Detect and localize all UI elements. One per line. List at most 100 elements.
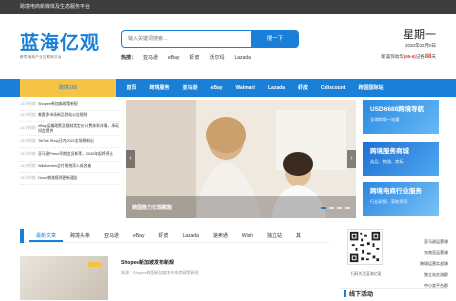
tab-indicator — [20, 229, 24, 243]
list-item[interactable]: 13小时前 TikTok Shop日内2022全场税新出 — [20, 136, 120, 148]
hot-link[interactable]: Lazada — [234, 54, 250, 62]
offline-title: 线下活动 — [349, 292, 374, 298]
search-button[interactable]: 搜一下 — [251, 30, 299, 48]
hot-link[interactable]: eBay — [168, 54, 179, 62]
nav-item[interactable]: 亚马逊 — [176, 79, 204, 97]
list-item-title[interactable]: Ozon物流规则更新通告 — [38, 176, 77, 181]
rate-suffix: 天 — [431, 54, 437, 59]
hot-link[interactable]: 沃尔玛 — [209, 54, 224, 62]
search-box: 搜一下 — [121, 30, 299, 48]
list-item-title[interactable]: eBay运输政策及限制类定价计费体系详情，承诺如会提供 — [38, 124, 120, 133]
hot-link[interactable]: 亚马逊 — [143, 54, 158, 62]
tab-latest[interactable]: 最新文章 — [29, 229, 64, 242]
nav-category[interactable]: 跨境168 — [20, 79, 116, 97]
news-summary: 来源：Shopee跨国新加坡发布电商政策新规 — [121, 270, 199, 275]
promo-title: USD6688跨境导航 — [370, 106, 425, 113]
nav-item[interactable]: 跨国国际站 — [352, 79, 390, 97]
tab-shopee[interactable]: 虾皮 — [151, 229, 175, 242]
list-item[interactable]: 13小时前 Shopee新加坡政策新规 — [20, 99, 120, 111]
tab-wish[interactable]: Wish — [235, 229, 260, 242]
hot-search: 热搜： 亚马逊 eBay 虾皮 沃尔玛 Lazada — [121, 54, 261, 62]
nav-item[interactable]: Lazada — [262, 79, 292, 97]
site-logo[interactable]: 蓝海亿观 跨境电商产业互联网平台 — [20, 34, 120, 62]
promo-card-mall[interactable]: 跨境服务商城 选品、物流、商标 — [363, 142, 439, 176]
weekday: 星期一 — [403, 29, 436, 41]
carousel-image — [126, 100, 356, 218]
side-link[interactable]: 东南亚运营课 — [400, 247, 448, 258]
list-item-time: 13小时前 — [20, 126, 36, 130]
side-links: 亚马逊运营课 东南亚运营课 跨境运营实战课 独立站交流群 中小卖平台群 — [400, 236, 448, 291]
carousel-dot[interactable] — [337, 207, 342, 209]
rate-mid: 记各 — [415, 54, 425, 59]
nav-item[interactable]: Cdiscount — [315, 79, 352, 97]
nav-item[interactable]: eBay — [204, 79, 229, 97]
carousel-dots — [321, 207, 350, 209]
article-tabs: 最新文章 跨境头条 亚马逊 eBay 虾皮 Lazada 速卖通 Wish 独立… — [20, 229, 330, 243]
top-bar-text: 跨境电商新媒体及生态服务平台 — [20, 4, 91, 10]
carousel-next-button[interactable]: › — [347, 150, 356, 168]
promo-title: 跨境服务商城 — [370, 148, 409, 155]
list-item[interactable]: 13小时前 美客多市场新品到站公告规则 — [20, 111, 120, 122]
tab-ebay[interactable]: eBay — [126, 229, 151, 242]
promo-subtitle: 行业研报、获取资讯 — [370, 199, 408, 204]
list-item[interactable]: 13小时前 Wildberries全付系统添入成名者 — [20, 162, 120, 173]
main-nav: 跨境168 首页 跨境服务 亚马逊 eBay Walmart Lazada 虾皮… — [0, 79, 456, 97]
list-item-title[interactable]: Wildberries全付系统添入成名者 — [38, 164, 91, 169]
carousel-dot[interactable] — [321, 207, 326, 209]
date-text: 2020年02月0日 — [404, 43, 436, 48]
list-item-time: 13小时前 — [20, 164, 36, 169]
tab-independent[interactable]: 独立站 — [260, 229, 289, 242]
news-tag — [88, 262, 102, 267]
logo-subtitle: 跨境电商产业互联网平台 — [20, 55, 62, 59]
list-item-time: 13小时前 — [20, 138, 36, 143]
hot-link[interactable]: 虾皮 — [189, 54, 199, 62]
search-input[interactable] — [121, 30, 251, 48]
tab-headlines[interactable]: 跨境头条 — [63, 229, 97, 242]
list-item[interactable]: 13小时前 Ozon物流规则更新通告 — [20, 173, 120, 185]
offline-events-heading: 线下活动 — [340, 288, 448, 300]
carousel-dot[interactable] — [345, 207, 350, 209]
list-item-title[interactable]: 美客多市场新品到站公告规则 — [38, 113, 87, 118]
list-item-time: 13小时前 — [20, 101, 36, 106]
side-link[interactable]: 独立站交流群 — [400, 269, 448, 280]
carousel-prev-button[interactable]: ‹ — [126, 150, 135, 168]
tab-aliexpress[interactable]: 速卖通 — [206, 229, 235, 242]
nav-item[interactable]: 首页 — [120, 79, 143, 97]
promo-subtitle: 全球跨境一站通 — [370, 117, 400, 122]
news-ticker-list: 13小时前 Shopee新加坡政策新规 13小时前 美客多市场新品到站公告规则 13… — [20, 99, 120, 185]
logo-title: 蓝海亿观 — [20, 33, 101, 54]
list-item[interactable]: 13小时前 eBay运输政策及限制类定价计费体系详情，承诺如会提供 — [20, 122, 120, 136]
list-item-title[interactable]: Shopee新加坡政策新规 — [38, 102, 78, 107]
hot-search-label: 热搜： — [121, 55, 137, 61]
carousel-dot[interactable] — [329, 207, 334, 209]
tab-amazon[interactable]: 亚马逊 — [97, 229, 126, 242]
rate-line: 新美弥动华(65-6)记各88天 — [356, 54, 436, 60]
nav-item[interactable]: Walmart — [229, 79, 262, 97]
nav-items: 首页 跨境服务 亚马逊 eBay Walmart Lazada 虾皮 Cdisc… — [120, 79, 390, 97]
list-item-time: 13小时前 — [20, 175, 36, 180]
qr-caption: 扫码关注蓝海亿观 — [350, 272, 382, 276]
list-item-time: 13小时前 — [20, 151, 36, 156]
hero-carousel[interactable]: 跨国能力亿观赋能 ‹ › — [126, 100, 356, 218]
rate-code: (65-6) — [403, 54, 416, 59]
list-item[interactable]: 13小时前 亚马逊Prime早期会员新等，2026年起将停止 — [20, 148, 120, 162]
heading-bar — [344, 290, 346, 297]
list-item-title[interactable]: 亚马逊Prime早期会员新等，2026年起将停止 — [38, 152, 113, 157]
promo-card-service[interactable]: 跨境电商行业服务 行业研报、获取资讯 — [363, 182, 439, 216]
list-item-time: 13小时前 — [20, 113, 36, 118]
news-thumbnail[interactable] — [20, 256, 108, 300]
tab-lazada[interactable]: Lazada — [175, 229, 205, 242]
promo-card-nav[interactable]: USD6688跨境导航 全球跨境一站通 — [363, 100, 439, 134]
side-link[interactable]: 亚马逊运营课 — [400, 236, 448, 247]
side-link[interactable]: 跨境运营实战课 — [400, 258, 448, 269]
promo-subtitle: 选品、物流、商标 — [370, 159, 404, 164]
rate-prefix: 新美弥动华 — [381, 54, 404, 59]
carousel-caption[interactable]: 跨国能力亿观赋能 — [132, 204, 172, 211]
list-item-title[interactable]: TikTok Shop日内2022全场税新出 — [38, 139, 94, 144]
date-panel: 星期一 2020年02月0日 新美弥动华(65-6)记各88天 — [356, 28, 436, 60]
nav-item[interactable]: 虾皮 — [292, 79, 315, 97]
news-item[interactable]: Shopee新加坡发布新规 来源：Shopee跨国新加坡发布电商政策新规 — [20, 256, 330, 300]
nav-item[interactable]: 跨境服务 — [143, 79, 176, 97]
tab-more[interactable]: 其 — [289, 229, 308, 242]
news-title[interactable]: Shopee新加坡发布新规 — [121, 259, 174, 266]
